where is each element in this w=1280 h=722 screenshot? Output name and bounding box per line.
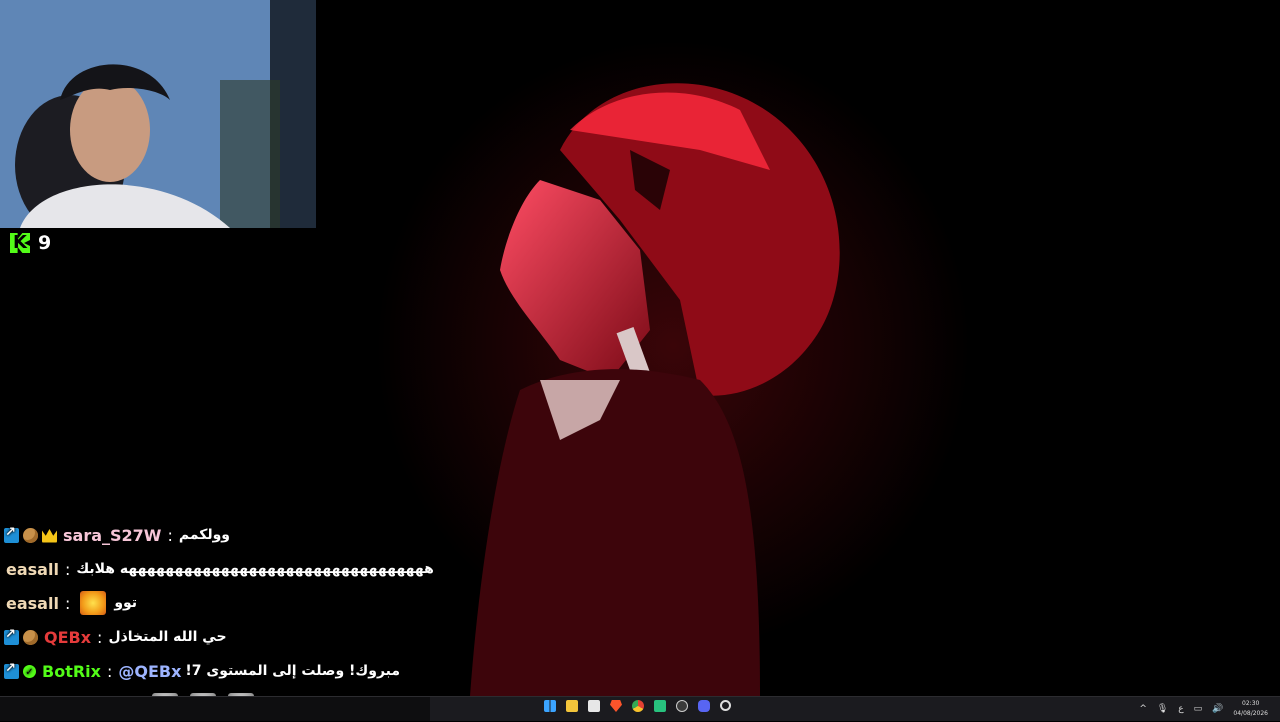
taskbar-apps [544, 700, 731, 712]
microphone-icon[interactable]: 🎙 [1157, 704, 1168, 714]
viewer-count: K 9 [10, 231, 51, 255]
star-emote [80, 591, 107, 615]
chrome-icon[interactable] [632, 700, 644, 712]
chat-message: sara_S27W : وولكمم [4, 518, 434, 552]
chat-separator: : [64, 559, 71, 579]
kick-logo-icon: K [10, 233, 30, 253]
chat-username: sara_S27W [63, 525, 162, 545]
chat-username: easall [6, 593, 59, 613]
clock-date: 04/08/2026 [1233, 710, 1268, 717]
chat-message: QEBx : حي الله المتخاذل [4, 620, 434, 654]
chat-message: ✓ BotRix : @QEBx !مبروك! وصلت إلى المستو… [4, 654, 434, 688]
webcam-feed [0, 0, 316, 228]
chat-text: !مبروك! وصلت إلى المستوى 7 [185, 663, 401, 679]
chat-username: QEBx [44, 627, 92, 647]
windows-start-icon[interactable] [544, 700, 556, 712]
chat-separator: : [106, 661, 113, 681]
viewer-count-number: 9 [38, 232, 52, 254]
system-tray: ^ 🎙 ع ▭ 🔊 02:30 04/08/2026 [1139, 697, 1268, 721]
discord-icon[interactable] [698, 700, 710, 712]
chat-text: هههههههههههههههههههههههههههههههههه هلابك [76, 561, 434, 577]
file-explorer-icon[interactable] [566, 700, 578, 712]
chat-username: easall [6, 559, 59, 579]
tray-chevron-icon[interactable]: ^ [1139, 704, 1147, 714]
language-indicator[interactable]: ع [1178, 704, 1183, 714]
network-icon[interactable]: ▭ [1194, 704, 1203, 714]
chat-separator: : [97, 627, 103, 647]
obs-icon[interactable] [676, 700, 688, 712]
chat-overlay: sara_S27W : وولكمم easall : هههههههههههه… [4, 518, 434, 722]
kick-badge-icon [4, 627, 19, 645]
kick-badge-icon [4, 525, 19, 543]
cookie-badge-icon [23, 629, 38, 645]
chat-mention: @QEBx [118, 661, 182, 681]
chat-separator: : [167, 525, 173, 545]
chat-message: easall : توو [4, 586, 434, 620]
chat-app-icon[interactable] [654, 700, 666, 712]
volume-icon[interactable]: 🔊 [1212, 704, 1223, 714]
brave-browser-icon[interactable] [610, 700, 622, 712]
chat-text: توو [114, 595, 138, 611]
verified-badge-icon: ✓ [23, 664, 36, 678]
clock-time: 02:30 [1242, 700, 1260, 707]
crown-badge-icon [42, 529, 57, 543]
cookie-badge-icon [23, 527, 38, 543]
chat-separator: : [64, 593, 71, 613]
webcam-overlay [0, 0, 316, 228]
taskbar-search-area[interactable] [0, 697, 430, 721]
store-icon[interactable] [588, 700, 600, 712]
chat-text: وولكمم [178, 527, 231, 543]
chat-username: BotRix [42, 661, 101, 681]
chat-message: easall : ههههههههههههههههههههههههههههههه… [4, 552, 434, 586]
windows-taskbar: ^ 🎙 ع ▭ 🔊 02:30 04/08/2026 [0, 696, 1280, 721]
kick-badge-icon [4, 661, 19, 679]
settings-icon[interactable] [720, 700, 731, 711]
taskbar-clock[interactable]: 02:30 04/08/2026 [1233, 699, 1268, 719]
chat-text: حي الله المتخاذل [108, 629, 227, 645]
